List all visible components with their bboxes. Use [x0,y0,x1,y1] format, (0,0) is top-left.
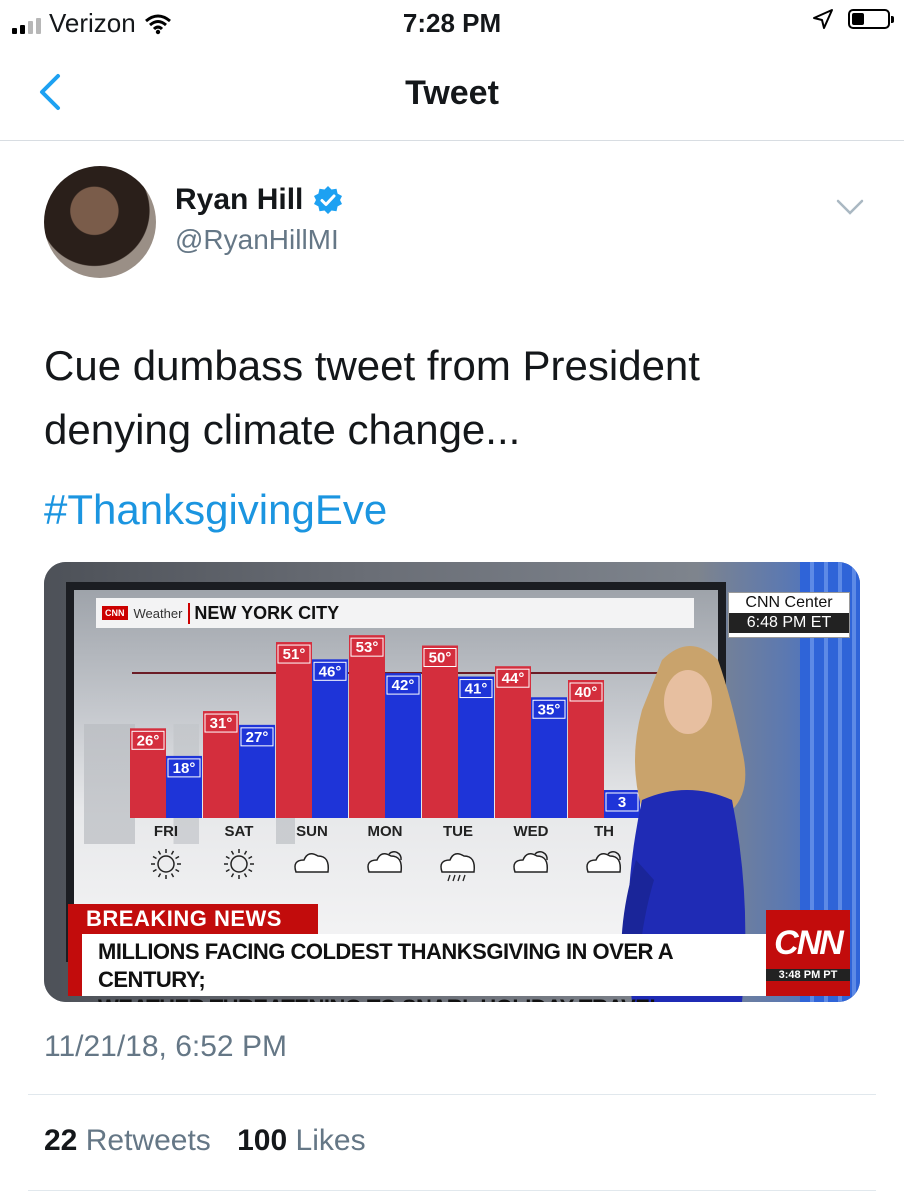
sun-ray [248,855,253,860]
divider [28,1094,876,1095]
likes-stat[interactable]: 100 Likes [237,1124,365,1157]
hashtag-link[interactable]: #ThanksgivingEve [44,486,387,534]
navigation-bar: Tweet [0,46,904,141]
low-temp-label: 18° [173,760,196,777]
sun-ray [243,850,248,855]
tweet-text: Cue dumbass tweet from President denying… [44,334,864,462]
forecast-day-label: MON [368,823,403,840]
status-bar: Verizon 7:28 PM [0,0,904,46]
cnn-logo: CNN 3:48 PM PT [766,910,850,996]
breaking-news-banner: BREAKING NEWS [68,904,318,934]
likes-label: Likes [295,1124,366,1157]
news-headline: MILLIONS FACING COLDEST THANKSGIVING IN … [68,934,768,1002]
rain-drop [452,874,456,882]
high-temp-bar [349,635,385,818]
low-temp-label: 46° [319,663,342,680]
author-name: Ryan Hill [175,183,304,216]
tweet-text-line: Cue dumbass tweet from President [44,342,700,389]
partly-cloudy-icon [513,853,549,873]
location-arrow-icon [813,9,833,29]
low-temp-bar [312,659,348,818]
forecast-day-label: WED [514,823,549,840]
cnn-center-time: 6:48 PM ET [729,613,849,633]
rain-cloud-icon [440,853,476,873]
sun-ray [157,850,162,855]
sun-ray [248,868,253,873]
retweets-stat[interactable]: 22 Retweets [44,1124,219,1157]
tweet-media-image[interactable]: CNN Weather NEW YORK CITY 26° 18° FRI 31° 27… [44,562,860,1002]
high-temp-label: 26° [137,732,160,749]
forecast-day-label: FRI [154,823,178,840]
low-temp-label: 42° [392,677,415,694]
tweet-timestamp: 11/21/18, 6:52 PM [44,1030,287,1063]
page-title: Tweet [405,74,499,112]
sun-icon [157,855,175,873]
headline-line: MILLIONS FACING COLDEST THANKSGIVING IN … [98,939,673,992]
battery-level [852,13,864,25]
high-temp-bar [276,642,312,818]
high-temp-label: 31° [210,715,233,732]
low-temp-label: 41° [465,681,488,698]
sun-ray [175,855,180,860]
cloud-icon [294,853,330,873]
sun-ray [152,868,157,873]
tweet-options-button[interactable] [832,192,868,222]
retweets-count: 22 [44,1124,78,1157]
partly-cloudy-icon [367,853,403,873]
cnn-center-bug: CNN Center 6:48 PM ET [728,592,850,638]
sun-ray [225,868,230,873]
cnn-logo-word: CNN [774,924,844,962]
high-temp-label: 53° [356,639,379,656]
divider [28,1190,876,1191]
sun-ray [175,868,180,873]
forecast-day-label: SAT [225,823,254,840]
forecast-day-label: TUE [443,823,473,840]
rain-drop [447,874,451,882]
rain-drop [457,874,461,882]
sun-ray [243,873,248,878]
high-temp-bar [422,645,458,818]
low-temp-bar [385,673,421,818]
sun-ray [170,850,175,855]
high-temp-label: 50° [429,650,452,667]
verified-badge-icon [314,186,343,214]
sun-ray [230,850,235,855]
sun-ray [230,873,235,878]
low-temp-label: 35° [538,701,561,718]
chevron-down-icon [836,199,864,215]
sun-ray [225,855,230,860]
status-right [812,8,894,30]
sun-ray [170,873,175,878]
cnn-logo-time: 3:48 PM PT [766,969,850,981]
sun-icon [230,855,248,873]
author-handle[interactable]: @RyanHillMI [175,224,339,256]
high-temp-label: 44° [502,670,525,687]
battery-icon [848,9,894,29]
headline-line: WEATHER THREATENING TO SNARL HOLIDAY TRA… [98,994,768,1002]
cnn-center-title: CNN Center [745,594,833,611]
engagement-stats: 22 Retweets 100 Likes [44,1124,384,1158]
high-temp-label: 51° [283,646,306,663]
low-temp-label: 27° [246,729,269,746]
sun-ray [157,873,162,878]
sun-ray [152,855,157,860]
forecast-day-label: SUN [296,823,328,840]
high-temp-bar [495,666,531,818]
rain-drop [462,874,466,882]
retweets-label: Retweets [85,1124,211,1157]
status-time: 7:28 PM [402,8,502,38]
likes-count: 100 [237,1124,288,1157]
avatar[interactable] [44,166,156,278]
tweet-text-line: denying climate change... [44,406,521,453]
author-name-row[interactable]: Ryan Hill [175,183,343,217]
